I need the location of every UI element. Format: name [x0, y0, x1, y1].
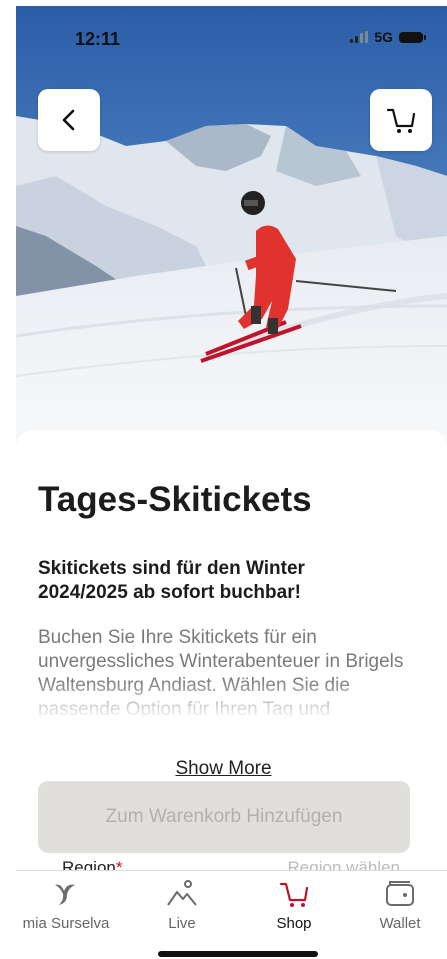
back-button[interactable] [38, 89, 100, 151]
cart-button[interactable] [370, 89, 432, 151]
tab-mia-surselva[interactable]: mia Surselva [16, 871, 116, 932]
wallet-icon [386, 881, 414, 906]
add-to-cart-button[interactable]: Zum Warenkorb Hinzufügen [38, 781, 410, 853]
home-indicator [158, 951, 318, 957]
status-time: 12:11 [75, 29, 121, 49]
tab-label: mia Surselva [22, 915, 110, 932]
battery-icon [399, 31, 426, 43]
page-title: Tages-Skitickets [38, 480, 312, 519]
hero-image [16, 6, 447, 446]
tab-label: Live [168, 915, 196, 932]
description-fade [38, 680, 428, 720]
tab-bar: mia Surselva Live Shop Wallet [16, 870, 447, 959]
status-indicators: 5G [350, 29, 426, 45]
signal-icon [350, 31, 369, 43]
tab-label: Wallet [379, 915, 421, 932]
mountain-icon [167, 880, 197, 906]
surselva-logo-icon [55, 884, 75, 905]
tab-wallet[interactable]: Wallet [350, 871, 447, 932]
tab-shop[interactable]: Shop [244, 871, 344, 932]
tab-live[interactable]: Live [132, 871, 232, 932]
chevron-left-icon [62, 109, 75, 131]
region-placeholder: Region wählen [287, 858, 400, 870]
subtitle: Skitickets sind für den Winter 2024/2025… [38, 558, 305, 603]
required-marker: * [115, 858, 123, 870]
region-label: Region* [62, 858, 123, 870]
tab-label: Shop [276, 915, 312, 932]
shopping-cart-icon [279, 882, 309, 907]
network-label: 5G [374, 29, 393, 45]
show-more-link[interactable]: Show More [0, 758, 447, 780]
add-to-cart-label: Zum Warenkorb Hinzufügen [105, 806, 343, 827]
shopping-cart-icon [386, 108, 416, 133]
region-select[interactable]: Region* Region wählen [38, 856, 410, 870]
